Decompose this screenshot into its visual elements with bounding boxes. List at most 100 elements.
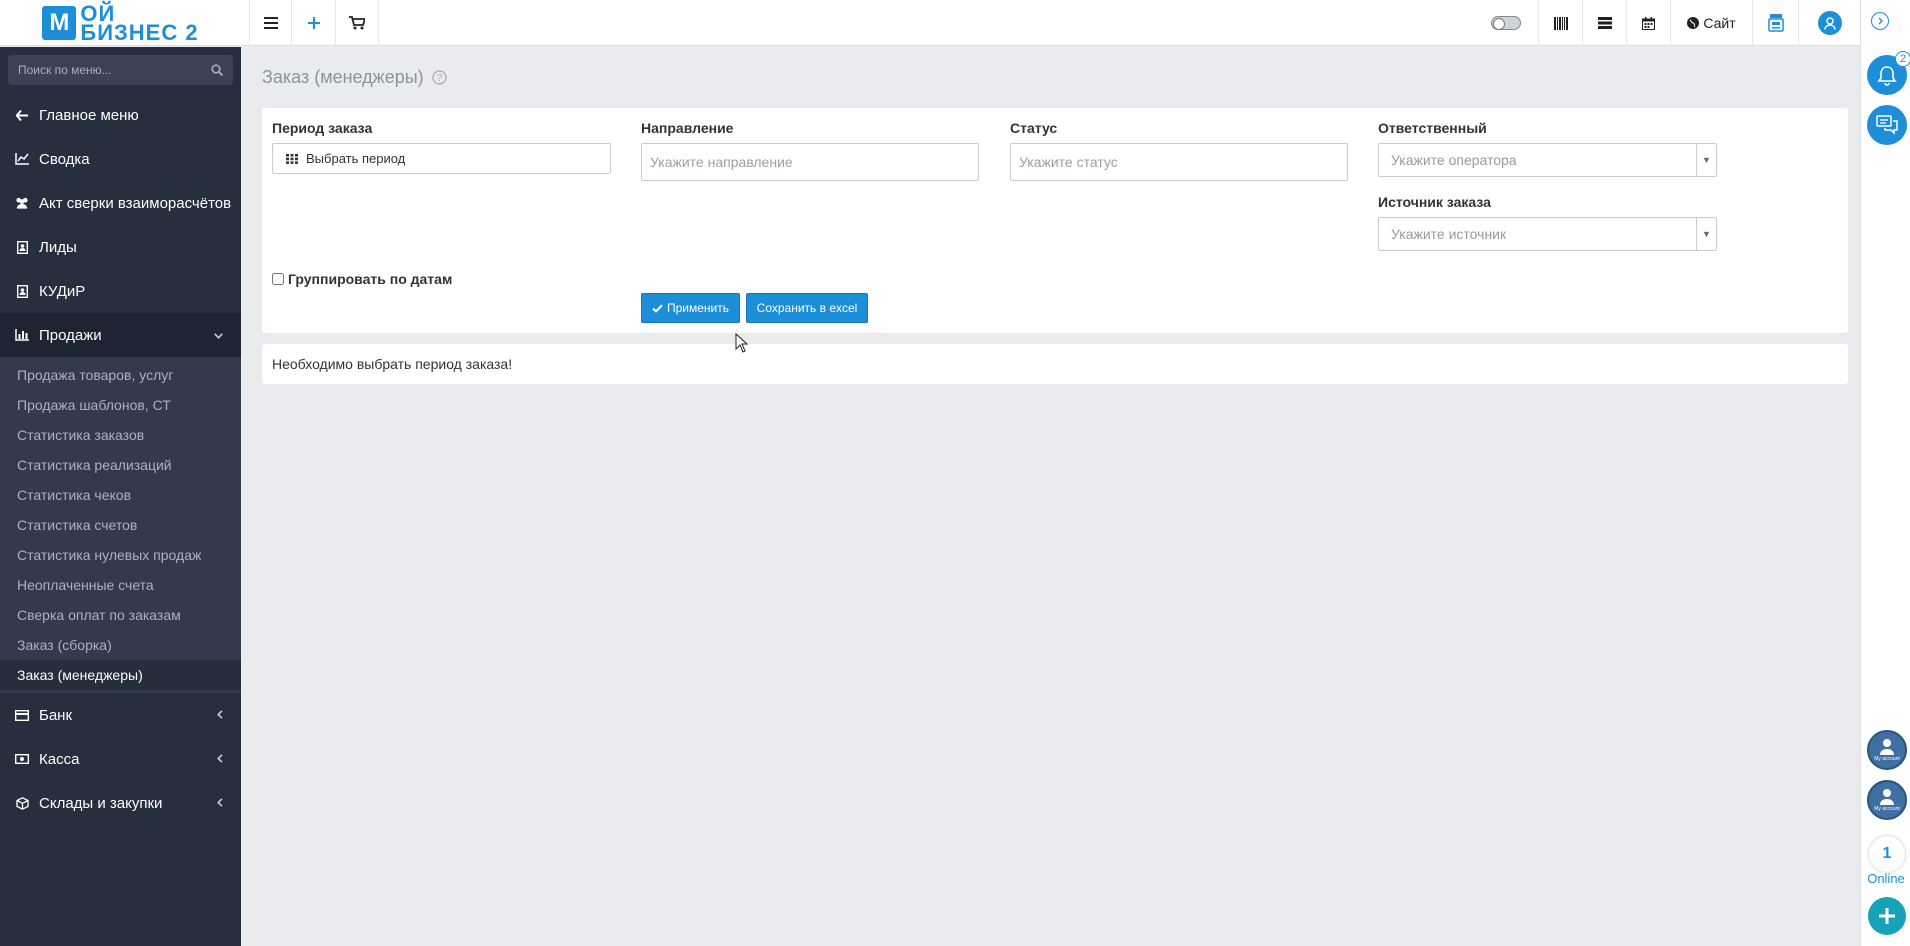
arrow-left-icon — [15, 109, 29, 121]
sidebar-item-main-menu[interactable]: Главное меню — [0, 93, 241, 137]
submenu-item[interactable]: Статистика чеков — [0, 480, 241, 510]
bell-icon — [1877, 66, 1897, 86]
direction-input[interactable] — [650, 154, 978, 170]
cart-button[interactable] — [335, 0, 379, 46]
submenu-item[interactable]: Статистика заказов — [0, 420, 241, 450]
submenu-item[interactable]: Неоплаченные счета — [0, 570, 241, 600]
sidebar-item-sales[interactable]: Продажи — [0, 313, 241, 357]
server-button[interactable] — [1582, 0, 1626, 46]
responsible-label: Ответственный — [1378, 120, 1487, 136]
site-button[interactable]: Сайт — [1670, 0, 1752, 46]
sidebar-item-cash[interactable]: Касса — [0, 737, 241, 781]
sidebar-item-label: Продажи — [39, 326, 102, 344]
chat-icon — [1876, 115, 1898, 135]
server-icon — [1597, 17, 1612, 29]
submenu-item[interactable]: Статистика реализаций — [0, 450, 241, 480]
credit-card-icon — [15, 709, 29, 721]
chevron-down-icon — [214, 328, 223, 342]
chevron-right-icon[interactable] — [1871, 12, 1889, 30]
page-title-text: Заказ (менеджеры) — [262, 67, 424, 87]
right-rail: 2 My account My account 1 Online — [1860, 0, 1910, 946]
page-title: Заказ (менеджеры) ? — [262, 67, 447, 88]
menu-search[interactable] — [8, 55, 233, 85]
my-account-avatar[interactable]: My account — [1867, 780, 1907, 820]
source-select[interactable]: Укажите источник ▼ — [1378, 217, 1717, 251]
calendar-button[interactable] — [1626, 0, 1670, 46]
sidebar-item-label: Лиды — [39, 238, 77, 256]
sidebar-item-label: Сводка — [39, 150, 90, 168]
top-bar: М ОЙ БИЗНЕС 2 Сайт — [0, 0, 1860, 46]
submenu-item[interactable]: Статистика нулевых продаж — [0, 540, 241, 570]
sidebar-item-bank[interactable]: Банк — [0, 693, 241, 737]
barcode-button[interactable] — [1538, 0, 1582, 46]
menu-search-input[interactable] — [18, 63, 211, 77]
my-account-label: My account — [1874, 756, 1900, 762]
sidebar-item-label: Главное меню — [39, 106, 139, 124]
responsible-placeholder: Укажите оператора — [1391, 152, 1517, 168]
add-chat-button[interactable] — [1868, 897, 1906, 935]
submenu-item-current[interactable]: Заказ (менеджеры) — [0, 660, 241, 690]
sidebar-item-reconciliation[interactable]: Акт сверки взаиморасчётов — [0, 181, 241, 225]
period-required-message: Необходимо выбрать период заказа! — [272, 356, 513, 372]
group-by-dates-control[interactable]: Группировать по датам — [272, 271, 452, 287]
theme-toggle[interactable] — [1486, 0, 1526, 46]
apply-button[interactable]: Применить — [641, 293, 740, 323]
filters-panel: Период заказа Выбрать период Направление… — [262, 108, 1848, 333]
source-placeholder: Укажите источник — [1391, 226, 1507, 242]
dropdown-arrow-icon[interactable]: ▼ — [1696, 218, 1716, 250]
responsible-select[interactable]: Укажите оператора ▼ — [1378, 143, 1717, 177]
sidebar-item-warehouses[interactable]: Склады и закупки — [0, 781, 241, 825]
barcode-icon — [1553, 16, 1568, 30]
my-account-label: My account — [1874, 806, 1900, 812]
period-label: Период заказа — [272, 120, 373, 136]
menu-toggle-button[interactable] — [249, 0, 291, 46]
chat-button[interactable] — [1867, 105, 1907, 145]
sidebar-item-kudir[interactable]: КУДиР — [0, 269, 241, 313]
mouse-cursor-icon — [735, 333, 749, 353]
status-field[interactable] — [1010, 143, 1348, 181]
submenu-item[interactable]: Статистика счетов — [0, 510, 241, 540]
menu-icon — [263, 17, 278, 29]
grid-icon — [286, 153, 298, 164]
submenu-item[interactable]: Продажа шаблонов, СТ — [0, 390, 241, 420]
save-excel-button[interactable]: Сохранить в excel — [746, 293, 868, 323]
notifications-button[interactable]: 2 — [1867, 51, 1910, 95]
sidebar-item-label: Акт сверки взаиморасчётов — [39, 194, 232, 212]
main-content: Заказ (менеджеры) ? Период заказа Выбрат… — [242, 47, 1860, 946]
line-chart-icon — [15, 153, 29, 165]
online-label: Online — [1867, 871, 1905, 886]
direction-field[interactable] — [641, 143, 979, 181]
submenu-item[interactable]: Сверка оплат по заказам — [0, 600, 241, 630]
toggle-switch — [1491, 16, 1521, 30]
sidebar-item-leads[interactable]: Лиды — [0, 225, 241, 269]
money-icon — [15, 754, 29, 764]
profile-button[interactable] — [1798, 0, 1860, 46]
dropdown-arrow-icon[interactable]: ▼ — [1696, 144, 1716, 176]
sales-submenu: Продажа товаров, услуг Продажа шаблонов,… — [0, 357, 241, 693]
box-icon — [15, 796, 29, 810]
select-period-button[interactable]: Выбрать период — [272, 143, 611, 174]
submenu-item[interactable]: Продажа товаров, услуг — [0, 360, 241, 390]
plus-icon — [1879, 908, 1895, 924]
logo-line2: БИЗНЕС 2 — [80, 20, 199, 45]
save-excel-label: Сохранить в excel — [756, 301, 858, 315]
account-person-icon — [1879, 789, 1894, 805]
contact-card-icon — [15, 240, 29, 254]
my-account-avatar[interactable]: My account — [1867, 730, 1907, 770]
online-count: 1 — [1869, 836, 1905, 872]
status-label: Статус — [1010, 120, 1058, 136]
logo[interactable]: М ОЙ БИЗНЕС 2 — [0, 0, 241, 46]
add-button[interactable] — [291, 0, 335, 46]
status-input[interactable] — [1019, 154, 1347, 170]
submenu-item[interactable]: Заказ (сборка) — [0, 630, 241, 660]
calendar-icon — [1642, 16, 1655, 30]
cashbox-button[interactable] — [1752, 0, 1798, 46]
group-by-dates-checkbox[interactable] — [272, 273, 284, 285]
cashbox-icon — [1767, 14, 1784, 32]
search-icon[interactable] — [211, 64, 223, 76]
site-label: Сайт — [1703, 15, 1736, 31]
help-icon[interactable]: ? — [432, 70, 447, 85]
source-label: Источник заказа — [1378, 194, 1491, 210]
sidebar-item-label: Склады и закупки — [39, 794, 163, 812]
sidebar-item-summary[interactable]: Сводка — [0, 137, 241, 181]
